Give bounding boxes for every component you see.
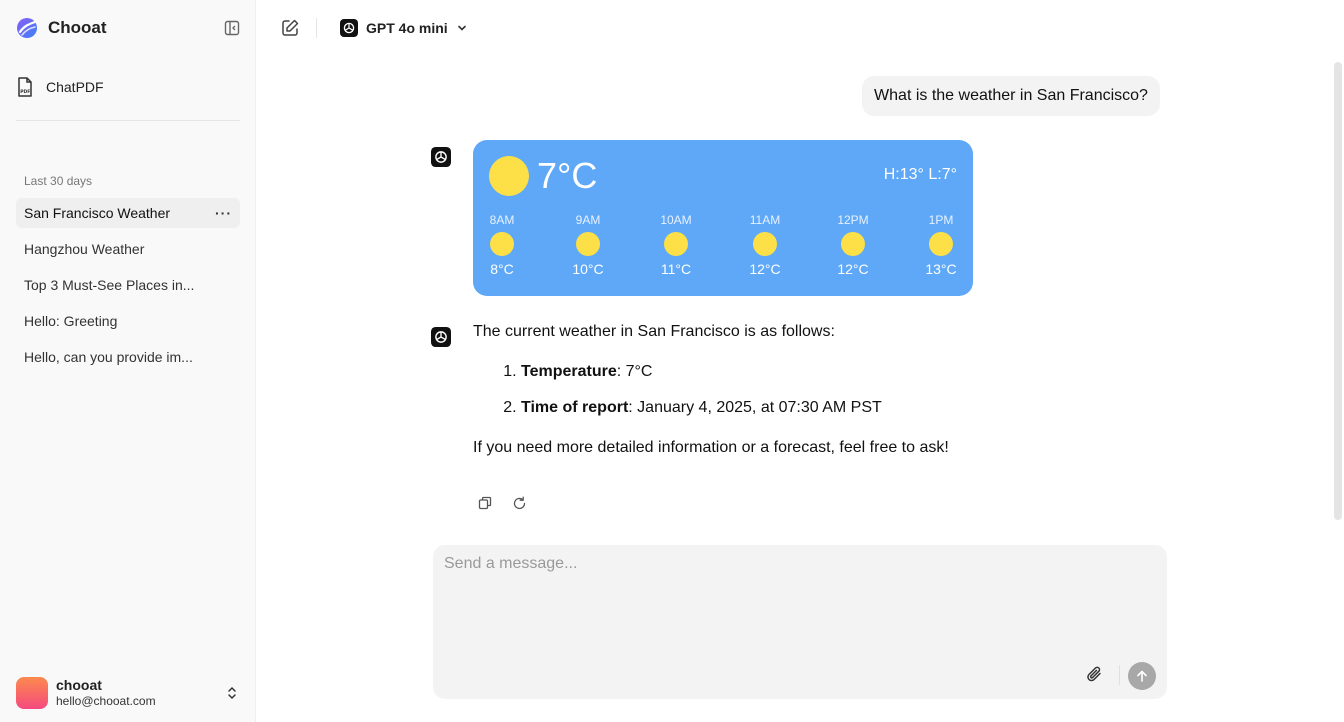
chevron-up-down-icon <box>228 686 236 700</box>
sun-icon <box>576 232 600 256</box>
chatpdf-label: ChatPDF <box>46 79 104 95</box>
hour-temperature: 8°C <box>490 261 514 277</box>
model-selector[interactable]: GPT 4o mini <box>340 17 468 39</box>
openai-icon <box>431 147 451 167</box>
hourly-item: 12PM 12°C <box>823 212 883 278</box>
regenerate-button[interactable] <box>510 494 528 512</box>
history-item[interactable]: Hangzhou Weather <box>16 234 240 264</box>
hour-temperature: 12°C <box>749 261 781 277</box>
chat-history-list: San Francisco Weather ··· Hangzhou Weath… <box>16 198 240 378</box>
new-chat-button[interactable] <box>280 18 300 38</box>
weather-card: 7°C H:13° L:7° 8AM 8°C 9AM 10°C 10AM 11°… <box>473 140 973 296</box>
message-input[interactable] <box>433 545 1167 645</box>
history-item[interactable]: Hello: Greeting <box>16 306 240 336</box>
send-button[interactable] <box>1128 662 1156 690</box>
hourly-item: 10AM 11°C <box>646 212 706 278</box>
history-item[interactable]: Top 3 Must-See Places in... <box>16 270 240 300</box>
hour-temperature: 11°C <box>660 261 692 277</box>
high-low-temperature: H:13° L:7° <box>883 166 957 183</box>
app-name: Chooat <box>48 18 107 37</box>
assistant-avatar <box>427 143 455 171</box>
answer-term: Time of report <box>521 399 629 416</box>
assistant-avatar <box>427 323 455 351</box>
paperclip-icon <box>1087 666 1101 682</box>
answer-outro: If you need more detailed information or… <box>473 439 949 456</box>
hourly-item: 9AM 10°C <box>558 212 618 278</box>
collapse-sidebar-button[interactable] <box>222 18 242 38</box>
avatar <box>16 677 48 709</box>
history-item-label: Hello, can you provide im... <box>24 349 193 365</box>
current-temperature: 7°C <box>537 155 598 196</box>
chevron-down-icon <box>457 25 466 31</box>
user-menu[interactable]: chooat hello@chooat.com <box>16 676 240 710</box>
history-item[interactable]: Hello, can you provide im... <box>16 342 240 372</box>
answer-intro: The current weather in San Francisco is … <box>473 323 835 340</box>
message-actions <box>476 494 528 512</box>
sidebar-divider <box>16 120 240 121</box>
chatpdf-nav-item[interactable]: PDF ChatPDF <box>16 74 240 100</box>
user-message: What is the weather in San Francisco? <box>862 76 1160 116</box>
hour-label: 9AM <box>575 213 601 227</box>
history-item-label: Hello: Greeting <box>24 313 118 329</box>
refresh-icon <box>513 496 525 509</box>
hour-temperature: 12°C <box>837 261 869 277</box>
scrollbar[interactable] <box>1334 62 1342 520</box>
history-item-label: San Francisco Weather <box>24 205 171 221</box>
topbar-separator <box>316 18 317 38</box>
arrow-up-icon <box>1137 670 1147 682</box>
hour-label: 10AM <box>660 213 692 227</box>
sun-icon <box>841 232 865 256</box>
svg-text:PDF: PDF <box>20 89 30 95</box>
sidebar-toggle-icon <box>224 20 240 36</box>
history-item-label: Top 3 Must-See Places in... <box>24 277 195 293</box>
answer-list-item: Temperature: 7°C <box>521 360 1173 384</box>
hour-label: 8AM <box>489 213 515 227</box>
sun-icon <box>489 156 529 196</box>
more-options-icon[interactable]: ··· <box>215 205 232 221</box>
history-item[interactable]: San Francisco Weather ··· <box>16 198 240 228</box>
hour-label: 12PM <box>837 213 869 227</box>
sun-icon <box>490 232 514 256</box>
user-name: chooat <box>56 677 102 693</box>
sun-icon <box>929 232 953 256</box>
sun-icon <box>753 232 777 256</box>
openai-icon <box>431 327 451 347</box>
user-email: hello@chooat.com <box>56 694 156 708</box>
hour-temperature: 10°C <box>572 261 604 277</box>
brand[interactable]: Chooat <box>16 16 107 40</box>
message-composer <box>433 545 1167 699</box>
top-bar: GPT 4o mini <box>256 0 1344 56</box>
attach-button[interactable] <box>1085 665 1105 685</box>
hourly-item: 8AM 8°C <box>472 212 532 278</box>
sidebar: Chooat PDF ChatPDF Last 30 days San Fran… <box>0 0 256 722</box>
pdf-file-icon: PDF <box>18 77 32 97</box>
copy-icon <box>478 496 492 510</box>
hourly-item: 1PM 13°C <box>911 212 971 278</box>
assistant-message: The current weather in San Francisco is … <box>473 320 1173 460</box>
copy-button[interactable] <box>476 494 494 512</box>
answer-value: : 7°C <box>616 363 653 380</box>
answer-list-item: Time of report: January 4, 2025, at 07:3… <box>521 396 1173 420</box>
hour-label: 1PM <box>928 213 954 227</box>
openai-icon <box>340 19 358 37</box>
hour-temperature: 13°C <box>925 261 957 277</box>
hour-label: 11AM <box>749 213 781 227</box>
answer-term: Temperature <box>521 363 617 380</box>
history-section-label: Last 30 days <box>24 174 93 188</box>
composer-separator <box>1119 665 1120 685</box>
history-item-label: Hangzhou Weather <box>24 241 145 257</box>
edit-icon <box>282 19 299 36</box>
answer-value: : January 4, 2025, at 07:30 AM PST <box>628 399 882 416</box>
answer-list: Temperature: 7°C Time of report: January… <box>521 360 1173 420</box>
chooat-logo-icon <box>17 18 37 38</box>
hourly-item: 11AM 12°C <box>735 212 795 278</box>
model-name: GPT 4o mini <box>366 20 448 36</box>
sun-icon <box>664 232 688 256</box>
